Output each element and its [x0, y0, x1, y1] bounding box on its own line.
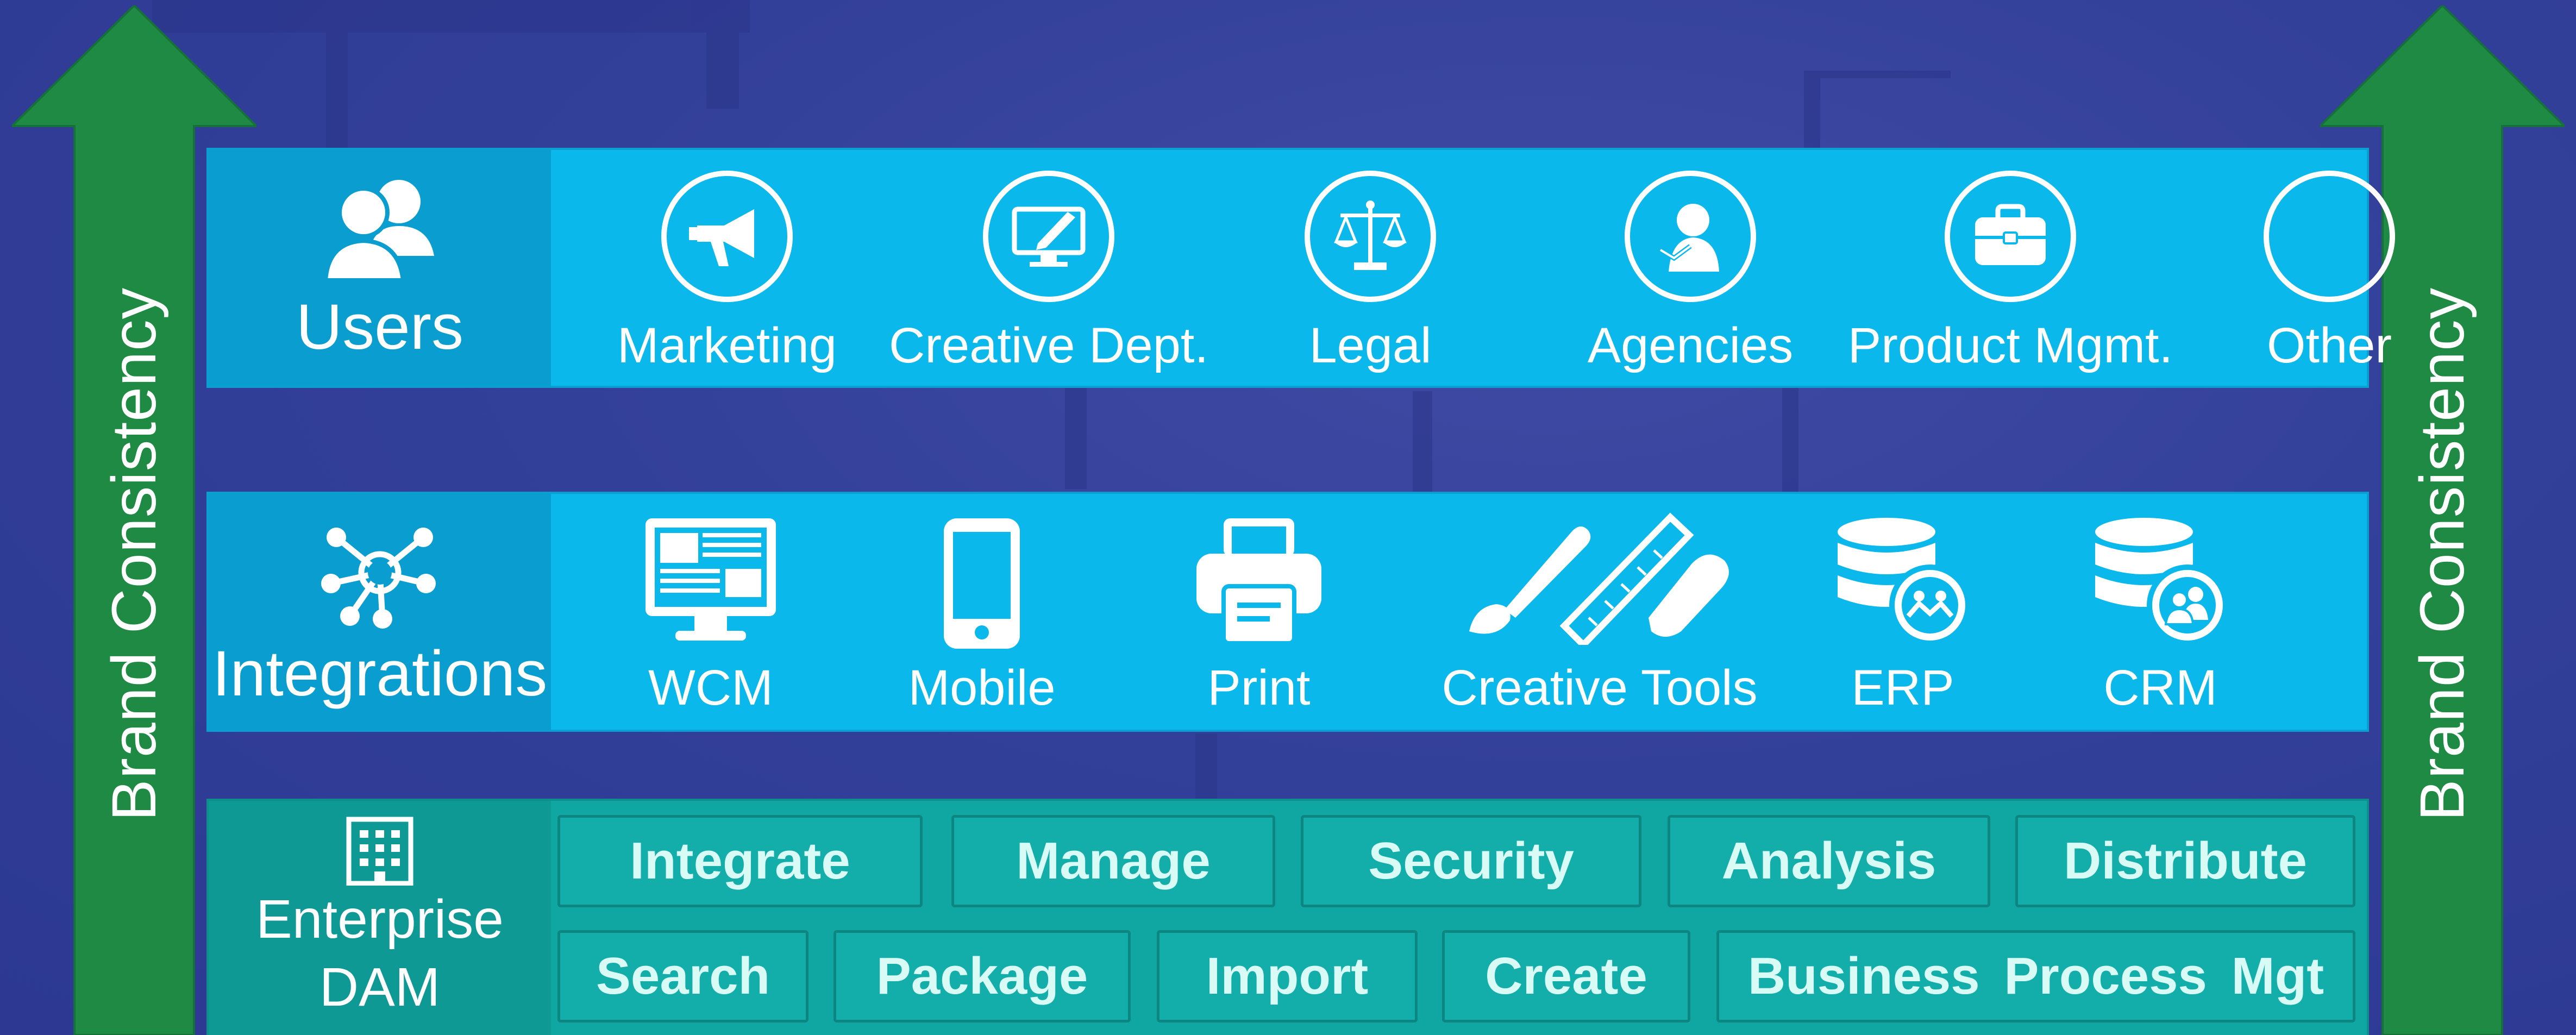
capability-analysis: Analysis: [1668, 815, 1990, 907]
brand-consistency-label-left: Brand Consistency: [99, 287, 169, 821]
integrations-band: Integrations WCM Mobile Print Creative T…: [206, 492, 2369, 732]
capability-manage: Manage: [951, 815, 1275, 907]
person-handshake-icon: [1625, 171, 1756, 302]
integrations-list: WCM Mobile Print Creative Tools ERP CRM: [551, 494, 2367, 730]
capability-package: Package: [833, 930, 1131, 1023]
users-band: Users Marketing Creative Dept. Legal Age…: [206, 148, 2395, 388]
capability-search: Search: [557, 930, 808, 1023]
empty-circle-icon: [2264, 171, 2395, 302]
enterprise-dam-title-line1: Enterprise: [256, 888, 504, 950]
integration-label: CRM: [2103, 660, 2217, 716]
database-people-icon: [1832, 516, 1973, 649]
capability-integrate: Integrate: [557, 815, 923, 907]
brush-ruler-icon: [1464, 509, 1735, 650]
capability-distribute: Distribute: [2015, 815, 2355, 907]
dam-capabilities: Integrate Manage Security Analysis Distr…: [551, 801, 2367, 1035]
briefcase-icon: [1945, 171, 2076, 302]
enterprise-dam-title-line2: DAM: [319, 956, 441, 1018]
monitor-pen-icon: [983, 171, 1114, 302]
printer-icon: [1194, 516, 1324, 649]
integration-label: Print: [1207, 660, 1311, 716]
network-hub-icon: [321, 528, 436, 629]
megaphone-icon: [661, 171, 793, 302]
integration-print: Print: [1069, 494, 1449, 730]
building-icon: [346, 817, 413, 886]
capability-import: Import: [1157, 930, 1418, 1023]
user-other: Other: [2139, 150, 2519, 386]
capability-business-process-mgt: Business Process Mgt: [1716, 930, 2355, 1023]
users-icon: [323, 180, 434, 283]
integrations-header: Integrations: [209, 494, 551, 730]
capability-security: Security: [1301, 815, 1641, 907]
smartphone-icon: [941, 516, 1023, 654]
database-users-icon: [2090, 516, 2231, 649]
integration-crm: CRM: [1970, 494, 2351, 730]
enterprise-dam-header: Enterprise DAM: [209, 801, 551, 1035]
users-header: Users: [209, 150, 551, 386]
user-label: Other: [2266, 318, 2392, 373]
capability-create: Create: [1442, 930, 1690, 1023]
users-title: Users: [296, 291, 464, 363]
web-monitor-icon: [643, 516, 779, 654]
integrations-title: Integrations: [212, 638, 548, 710]
enterprise-dam-band: Enterprise DAM Integrate Manage Security…: [206, 799, 2369, 1035]
users-list: Marketing Creative Dept. Legal Agencies …: [551, 150, 2395, 386]
scales-icon: [1305, 171, 1436, 302]
